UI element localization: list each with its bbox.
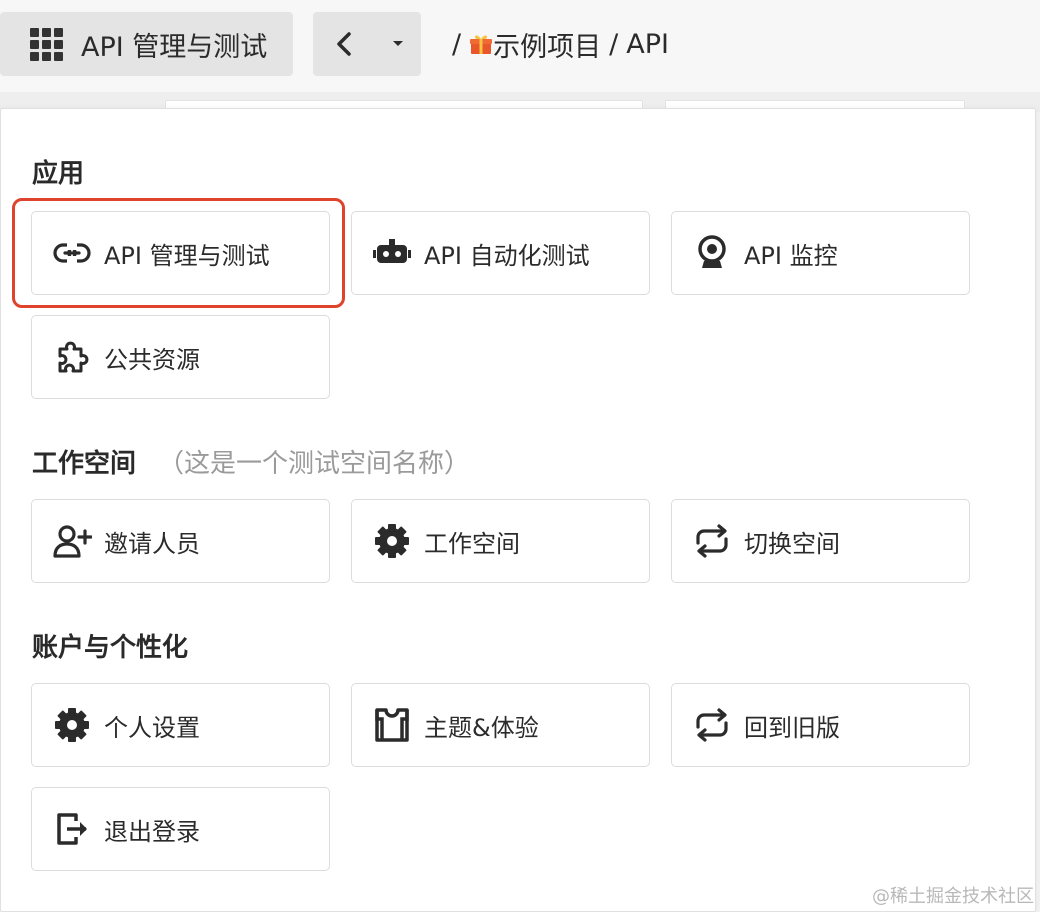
tile-api-management[interactable]: API 管理与测试	[31, 211, 330, 295]
section-title-workspace: 工作空间 （这是一个测试空间名称）	[32, 443, 470, 480]
logout-icon	[52, 809, 92, 849]
link-icon	[52, 233, 92, 273]
tile-back-to-old-version[interactable]: 回到旧版	[671, 683, 970, 767]
tile-invite-members[interactable]: 邀请人员	[31, 499, 330, 583]
gift-icon	[470, 35, 493, 54]
tile-label: 切换空间	[744, 529, 840, 558]
gear-icon	[372, 521, 412, 561]
breadcrumb-project-label: 示例项目	[493, 31, 602, 63]
section-title-apps: 应用	[32, 159, 85, 189]
puzzle-icon	[52, 337, 92, 377]
switch-icon	[692, 521, 732, 561]
app-switcher-button[interactable]: API 管理与测试	[0, 12, 293, 76]
workspace-name-subtitle: （这是一个测试空间名称）	[158, 449, 471, 479]
tile-label: 回到旧版	[744, 713, 840, 742]
tile-public-resources[interactable]: 公共资源	[31, 315, 330, 399]
back-button[interactable]	[313, 12, 375, 76]
shirt-icon	[372, 705, 412, 745]
breadcrumb-page[interactable]: API	[626, 29, 669, 60]
tile-label: 主题&体验	[424, 713, 539, 742]
tile-workspace-settings[interactable]: 工作空间	[351, 499, 650, 583]
tile-logout[interactable]: 退出登录	[31, 787, 330, 871]
switch-icon	[692, 705, 732, 745]
breadcrumb-project[interactable]: 示例项目	[469, 25, 601, 64]
top-bar: API 管理与测试 / 示例项目 / API	[0, 0, 1040, 92]
tile-label: API 管理与测试	[104, 241, 270, 270]
breadcrumb-separator-2: /	[609, 28, 619, 60]
tile-label: 个人设置	[104, 713, 200, 742]
add-user-icon	[52, 521, 92, 561]
tile-label: 公共资源	[104, 345, 200, 374]
robot-icon	[372, 233, 412, 273]
breadcrumb: / 示例项目 / API	[452, 24, 669, 64]
tile-personal-settings[interactable]: 个人设置	[31, 683, 330, 767]
chevron-left-icon	[337, 32, 351, 56]
tile-api-monitor[interactable]: API 监控	[671, 211, 970, 295]
history-dropdown-button[interactable]	[375, 12, 421, 76]
tile-label: API 监控	[744, 241, 838, 270]
tile-label: API 自动化测试	[424, 241, 590, 270]
nav-group	[313, 12, 421, 76]
app-menu-panel: 应用 API 管理与测试 API 自动化测试 API 监控 公共资源 工作空间 （…	[0, 108, 1036, 912]
app-title: API 管理与测试	[81, 31, 268, 63]
tile-switch-workspace[interactable]: 切换空间	[671, 499, 970, 583]
apps-grid-icon	[30, 27, 63, 61]
tile-label: 退出登录	[104, 817, 200, 846]
breadcrumb-separator: /	[452, 28, 462, 60]
gear-icon	[52, 705, 92, 745]
section-title-workspace-label: 工作空间	[32, 449, 137, 479]
tile-theme-experience[interactable]: 主题&体验	[351, 683, 650, 767]
caret-down-icon	[393, 41, 403, 46]
section-title-account: 账户与个性化	[32, 633, 189, 663]
webcam-icon	[692, 233, 732, 273]
tile-label: 工作空间	[424, 529, 520, 558]
watermark: @稀土掘金技术社区	[872, 886, 1034, 907]
tile-label: 邀请人员	[104, 529, 200, 558]
tile-api-automation[interactable]: API 自动化测试	[351, 211, 650, 295]
